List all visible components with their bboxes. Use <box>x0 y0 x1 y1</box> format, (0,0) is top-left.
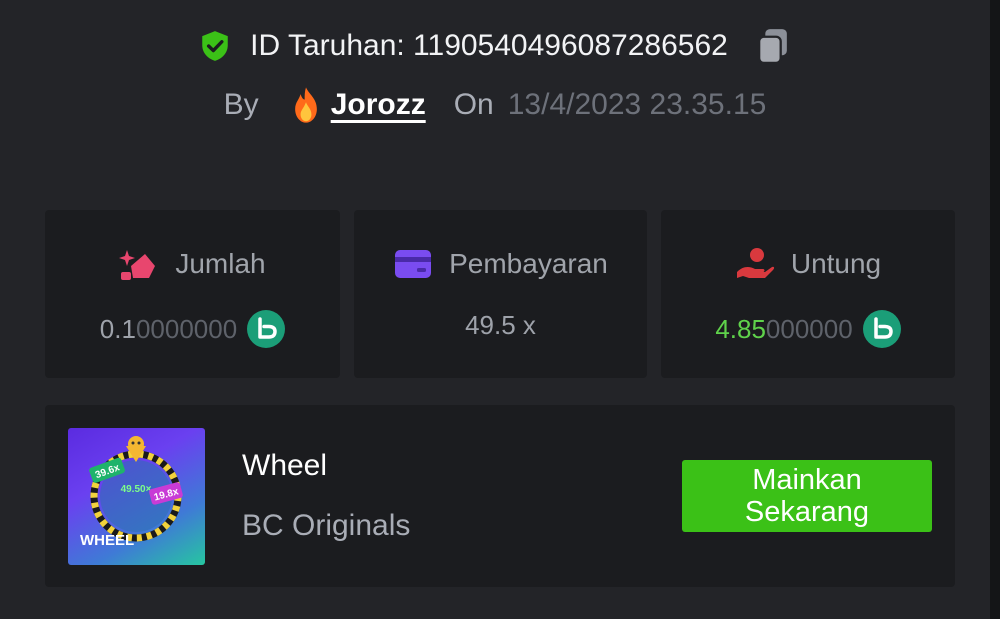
bet-date: 13/4/2023 23.35.15 <box>507 88 767 121</box>
profit-hand-icon <box>736 248 774 278</box>
by-label: By <box>223 88 259 121</box>
profit-value-dim: 000000 <box>765 313 853 344</box>
amount-value-main: 0.1 <box>99 313 136 344</box>
fire-icon <box>294 87 317 123</box>
bc-coin-icon <box>247 310 286 348</box>
thumb-center-multiplier: 49.50× <box>121 484 152 495</box>
profit-label: Untung <box>790 248 882 279</box>
amount-label: Jumlah <box>175 248 266 279</box>
play-button-line2: Sekarang <box>744 496 870 528</box>
bet-detail-page: ID Taruhan: 1190540496087286562 By Joroz… <box>0 0 1000 619</box>
payout-label-row: Pembayaran <box>354 246 647 282</box>
game-provider: BC Originals <box>242 509 411 542</box>
profit-label-row: Untung <box>661 246 955 282</box>
wallet-card-icon <box>395 250 432 278</box>
play-button-line1: Mainkan <box>752 464 862 496</box>
bet-stats: Jumlah 0.1 0000000 Pembayaran 49.5 x Unt… <box>45 210 955 378</box>
amount-value-dim: 0000000 <box>135 313 238 344</box>
bet-id-row: ID Taruhan: 1190540496087286562 <box>0 26 990 66</box>
on-label: On <box>453 88 494 121</box>
game-card: 49.50× 39.6x 19.8x WHEEL Wheel BC Origin… <box>45 405 955 587</box>
username-link[interactable]: Jorozz <box>289 86 426 124</box>
username: Jorozz <box>330 88 426 121</box>
payout-card: Pembayaran 49.5 x <box>354 210 647 378</box>
profit-value-main: 4.85 <box>715 313 766 344</box>
profit-value: 4.85 000000 <box>661 310 955 348</box>
amount-value: 0.1 0000000 <box>45 310 340 348</box>
shield-check-icon <box>202 31 228 61</box>
amount-label-row: Jumlah <box>45 246 340 282</box>
copy-icon[interactable] <box>754 26 792 66</box>
profit-card: Untung 4.85 000000 <box>661 210 955 378</box>
wheel-graphic: 49.50× 39.6x 19.8x WHEEL <box>80 436 183 549</box>
amount-card: Jumlah 0.1 0000000 <box>45 210 340 378</box>
game-title: Wheel <box>242 449 328 482</box>
bet-id-text: ID Taruhan: 1190540496087286562 <box>250 29 728 62</box>
thumb-label: WHEEL <box>80 532 134 549</box>
bet-author-row: By Jorozz On 13/4/2023 23.35.15 <box>0 86 990 124</box>
payout-label: Pembayaran <box>449 248 608 279</box>
wheel-game-thumbnail[interactable]: 49.50× 39.6x 19.8x WHEEL <box>68 428 205 565</box>
bc-coin-icon <box>862 310 901 348</box>
play-now-button[interactable]: Mainkan Sekarang <box>682 460 932 532</box>
payout-value: 49.5 x <box>465 310 536 340</box>
scroll-edge <box>990 0 1000 619</box>
bet-amount-icon <box>119 250 156 280</box>
